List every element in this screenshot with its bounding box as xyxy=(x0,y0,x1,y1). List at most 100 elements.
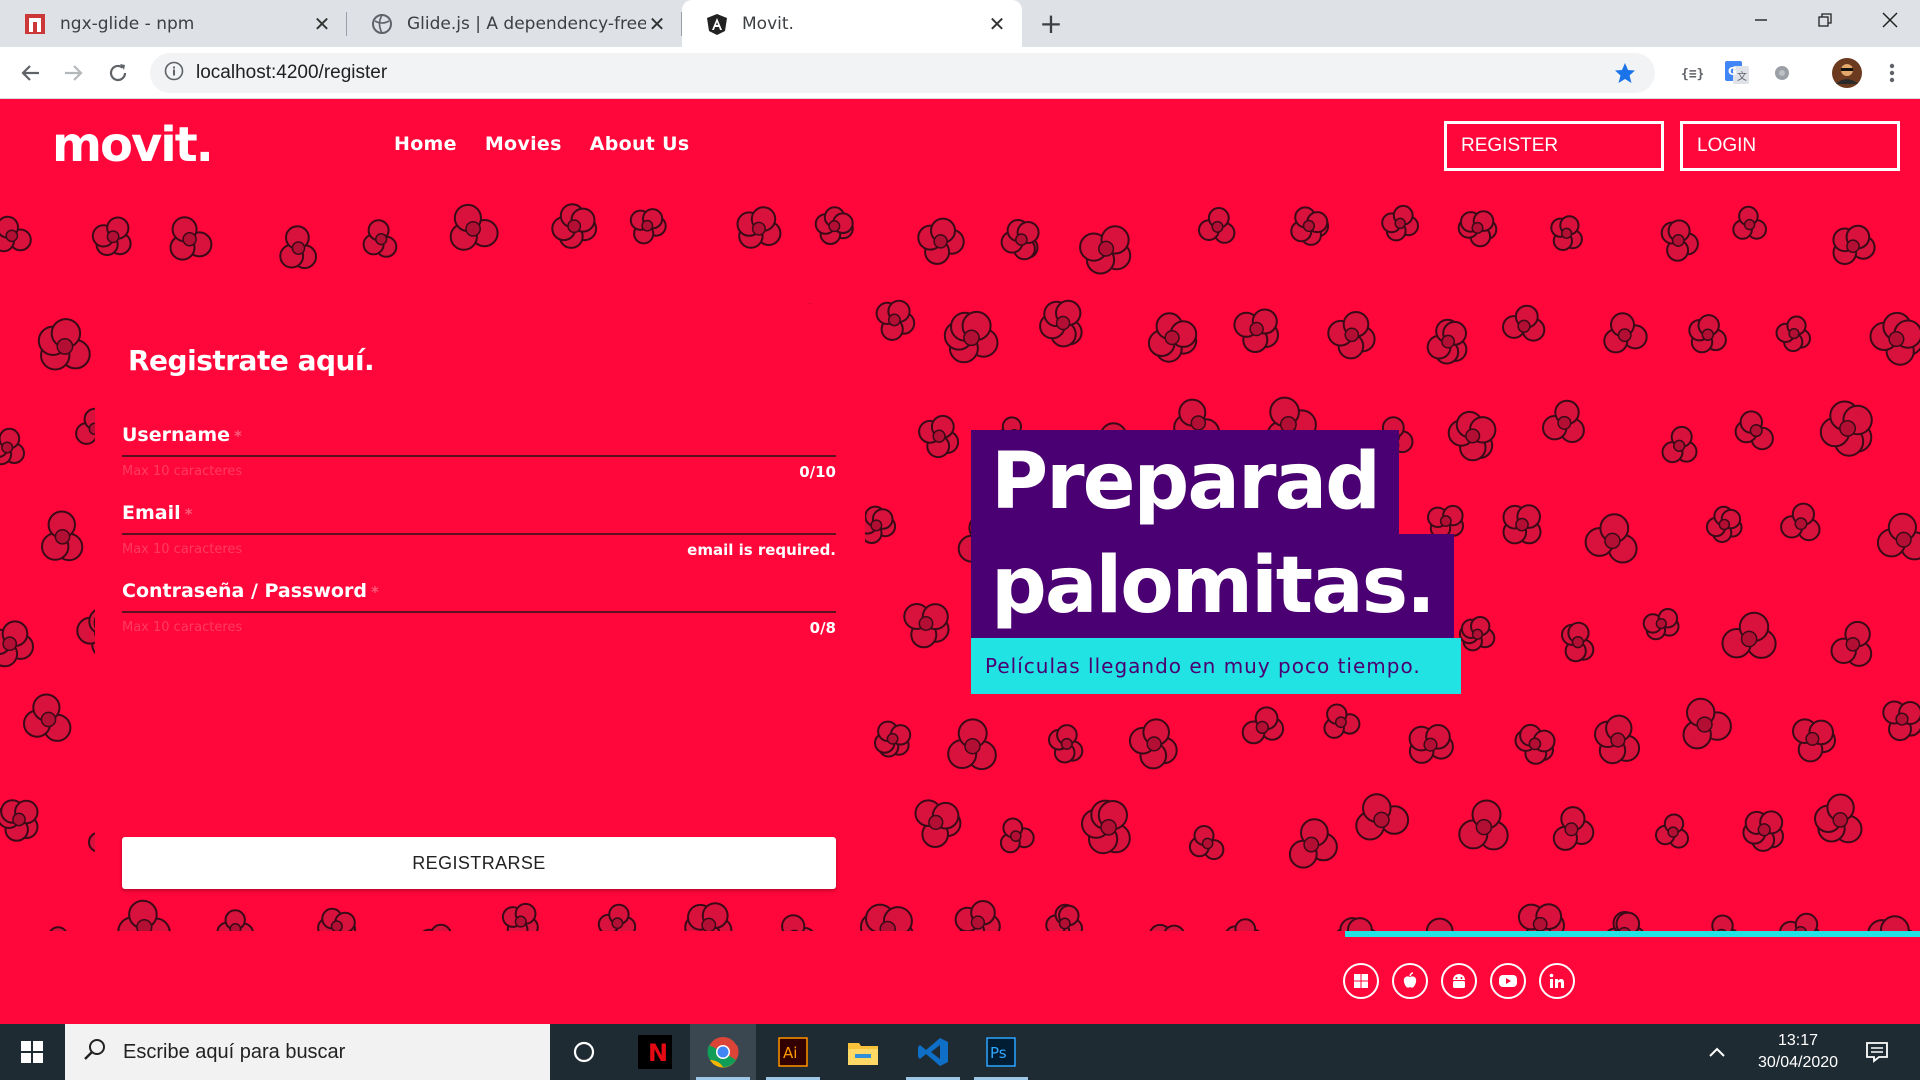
taskbar-search-placeholder: Escribe aquí para buscar xyxy=(123,1040,346,1063)
popcorn-kernel xyxy=(874,720,912,758)
popcorn-kernel xyxy=(1780,502,1821,542)
username-underline xyxy=(122,455,836,457)
email-field[interactable]: Email * Max 10 caracteres email is requir… xyxy=(122,502,836,559)
linkedin-icon[interactable] xyxy=(1539,963,1575,999)
tab-title: Movit. xyxy=(742,13,794,34)
popcorn-kernel xyxy=(0,799,39,842)
email-error-message: email is required. xyxy=(687,541,836,559)
netflix-taskbar-icon[interactable]: N xyxy=(622,1024,688,1080)
back-button[interactable] xyxy=(12,55,48,91)
popcorn-kernel xyxy=(1355,793,1410,841)
close-window-button[interactable] xyxy=(1862,0,1918,40)
form-title: Registrate aquí. xyxy=(128,344,375,377)
popcorn-kernel xyxy=(1819,400,1873,457)
username-char-count: 0/10 xyxy=(799,463,836,481)
password-field[interactable]: Contraseña / Password * Max 10 caracteres… xyxy=(122,580,836,637)
popcorn-kernel xyxy=(0,620,35,668)
photoshop-taskbar-icon[interactable]: Ps xyxy=(968,1024,1034,1080)
popcorn-kernel xyxy=(1381,204,1419,242)
login-button[interactable]: LOGIN xyxy=(1680,121,1900,171)
popcorn-kernel xyxy=(1426,318,1468,365)
svg-text:文: 文 xyxy=(1737,70,1747,83)
register-button[interactable]: REGISTER xyxy=(1444,121,1664,171)
tab-ngx-glide[interactable]: ngx-glide - npm ✕ xyxy=(0,0,347,47)
site-navbar: movit. Home Movies About Us REGISTER LOG… xyxy=(0,99,1920,191)
info-icon[interactable] xyxy=(164,61,184,85)
youtube-icon[interactable] xyxy=(1490,963,1526,999)
popcorn-kernel xyxy=(943,310,999,364)
windows-start-button[interactable] xyxy=(0,1024,64,1080)
popcorn-kernel xyxy=(1688,314,1727,354)
nav-about-link[interactable]: About Us xyxy=(590,133,690,155)
address-bar[interactable]: localhost:4200/register xyxy=(150,53,1655,93)
registrarse-button[interactable]: REGISTRARSE xyxy=(122,837,836,889)
popcorn-kernel xyxy=(1290,206,1330,246)
username-field[interactable]: Username * Max 10 caracteres 0/10 xyxy=(122,424,836,481)
popcorn-kernel xyxy=(279,225,318,270)
extension-puzzle-icon[interactable] xyxy=(1768,59,1796,87)
profile-avatar[interactable] xyxy=(1831,57,1863,89)
forward-button[interactable] xyxy=(56,55,92,91)
vscode-taskbar-icon[interactable] xyxy=(900,1024,966,1080)
tab-glidejs[interactable]: Glide.js | A dependency-free Java ✕ xyxy=(347,0,682,47)
new-tab-button[interactable]: + xyxy=(1036,7,1066,40)
taskbar-search-box[interactable]: Escribe aquí para buscar xyxy=(65,1024,550,1080)
windows-taskbar: Escribe aquí para buscar N Ai Ps 13:17 3… xyxy=(0,1024,1920,1080)
browser-tab-strip: ngx-glide - npm ✕ Glide.js | A dependenc… xyxy=(0,0,1920,47)
show-hidden-icons-button[interactable] xyxy=(1697,1024,1737,1080)
extension-json-icon[interactable]: {≡} xyxy=(1677,59,1705,87)
popcorn-kernel xyxy=(629,208,667,245)
popcorn-kernel xyxy=(169,216,213,261)
clock-time: 13:17 xyxy=(1777,1032,1819,1049)
taskbar-clock[interactable]: 13:17 30/04/2020 xyxy=(1746,1030,1850,1074)
file-explorer-taskbar-icon[interactable] xyxy=(830,1024,896,1080)
username-hint: Max 10 caracteres xyxy=(122,464,243,479)
svg-text:G: G xyxy=(1728,65,1737,78)
popcorn-kernel xyxy=(903,603,950,649)
popcorn-kernel xyxy=(1660,219,1699,262)
hero-subtitle: Películas llegando en muy poco tiempo. xyxy=(971,638,1461,694)
popcorn-kernel xyxy=(1323,703,1361,739)
cortana-button[interactable] xyxy=(551,1024,617,1080)
reload-button[interactable] xyxy=(100,55,136,91)
close-tab-icon[interactable]: ✕ xyxy=(986,12,1008,36)
popcorn-kernel xyxy=(736,206,782,249)
popcorn-kernel xyxy=(875,299,916,341)
chrome-menu-icon[interactable] xyxy=(1878,59,1906,87)
android-icon[interactable] xyxy=(1441,963,1477,999)
popcorn-kernel xyxy=(1584,513,1638,564)
chrome-taskbar-icon[interactable] xyxy=(690,1024,756,1080)
tab-movit[interactable]: Movit. ✕ xyxy=(682,0,1022,47)
nav-home-link[interactable]: Home xyxy=(394,133,457,155)
popcorn-kernel xyxy=(1039,299,1083,348)
movit-logo[interactable]: movit. xyxy=(52,117,214,173)
popcorn-kernel xyxy=(22,693,72,742)
hero-title-line-1: Preparad xyxy=(971,430,1399,534)
apple-icon[interactable] xyxy=(1392,963,1428,999)
notifications-icon[interactable] xyxy=(1852,1024,1902,1080)
minimize-button[interactable] xyxy=(1733,0,1789,40)
popcorn-kernel xyxy=(0,215,32,253)
popcorn-kernel xyxy=(1079,225,1132,275)
required-marker: * xyxy=(234,427,242,445)
windows-icon[interactable] xyxy=(1343,963,1379,999)
popcorn-kernel xyxy=(1550,215,1583,252)
password-hint: Max 10 caracteres xyxy=(122,620,243,635)
popcorn-kernel xyxy=(1000,219,1040,261)
popcorn-kernel xyxy=(37,318,91,371)
google-translate-icon[interactable]: G文 xyxy=(1723,59,1751,87)
npm-icon xyxy=(24,13,46,35)
popcorn-kernel xyxy=(814,206,854,246)
popcorn-kernel xyxy=(449,203,499,251)
tab-title: ngx-glide - npm xyxy=(60,13,195,34)
popcorn-kernel xyxy=(1447,410,1497,462)
tab-title: Glide.js | A dependency-free Java xyxy=(407,13,646,34)
illustrator-taskbar-icon[interactable]: Ai xyxy=(760,1024,826,1080)
close-tab-icon[interactable]: ✕ xyxy=(311,12,333,36)
nav-movies-link[interactable]: Movies xyxy=(485,133,562,155)
bookmark-star-icon[interactable] xyxy=(1613,61,1637,89)
restore-button[interactable] xyxy=(1797,0,1853,40)
close-tab-icon[interactable]: ✕ xyxy=(646,12,668,36)
popcorn-kernel xyxy=(1241,706,1285,745)
popcorn-kernel xyxy=(1594,714,1641,765)
